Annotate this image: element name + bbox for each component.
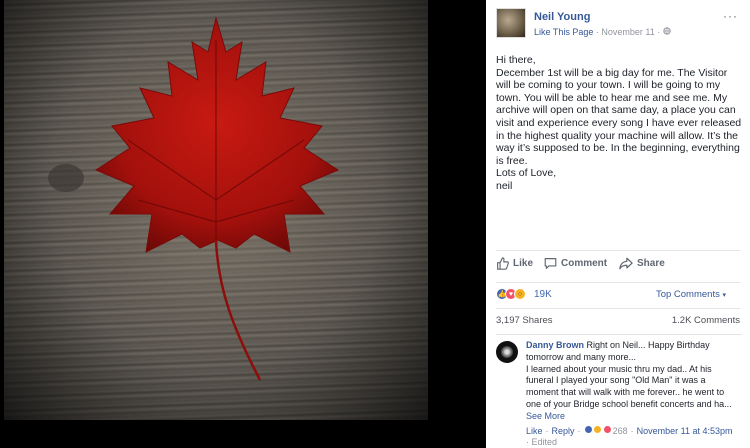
post-body-line: Hi there,	[496, 54, 536, 66]
comment-meta-separator: ·	[545, 425, 549, 436]
globe-icon	[663, 27, 671, 37]
post-photo[interactable]	[0, 0, 486, 448]
top-comments-label: Top Comments	[655, 289, 720, 300]
comment-reply-link[interactable]: Reply	[552, 426, 575, 436]
comment-label: Comment	[561, 258, 608, 269]
like-reaction-icon	[583, 425, 593, 434]
comment-meta: Like · Reply · 268 · November 11 at 4:53…	[526, 425, 732, 436]
wow-reaction-icon: ○	[514, 288, 526, 300]
edited-label: Edited	[531, 437, 558, 447]
comment-reactions[interactable]	[583, 425, 612, 436]
shares-row: 3,197 Shares 1.2K Comments	[496, 308, 740, 330]
post-actions: Like Comment Share	[496, 250, 740, 276]
reaction-count[interactable]: 19K	[534, 289, 552, 300]
thumbs-up-icon	[496, 257, 509, 270]
post-body-line: Lots of Love,	[496, 167, 557, 180]
like-button[interactable]: Like	[496, 257, 533, 270]
maple-leaf-image	[48, 16, 340, 381]
top-comments-dropdown[interactable]: Top Comments ▾	[656, 289, 726, 300]
post-header: Neil Young Like This Page · November 11 …	[486, 0, 750, 48]
author-avatar[interactable]	[496, 8, 526, 38]
more-options-icon[interactable]: ···	[723, 9, 738, 23]
see-more-link[interactable]: See More	[526, 411, 565, 421]
comment-icon	[544, 257, 557, 270]
shares-count[interactable]: 3,197 Shares	[496, 315, 553, 326]
comments-count[interactable]: 1.2K Comments	[672, 315, 740, 326]
post-panel: Neil Young Like This Page · November 11 …	[486, 0, 750, 448]
edited-separator: ·	[526, 437, 529, 447]
wood-background	[4, 0, 428, 420]
share-icon	[619, 257, 633, 270]
comment-body: I learned about your music thru my dad..…	[526, 363, 732, 409]
like-label: Like	[513, 258, 534, 269]
wow-reaction-icon	[593, 425, 603, 434]
comment-meta-separator-2: ·	[577, 425, 581, 436]
like-page-link[interactable]: Like This Page	[534, 27, 593, 37]
post-body: Hi there, December 1st will be a big day…	[496, 54, 742, 193]
maple-leaf	[94, 16, 340, 253]
chevron-down-icon: ▾	[722, 292, 726, 299]
comment-edited: · Edited	[526, 437, 557, 447]
comment-button[interactable]: Comment	[544, 257, 607, 270]
post-body-line: neil	[496, 179, 513, 192]
author-name[interactable]: Neil Young	[534, 11, 590, 23]
comment-meta-separator-3: ·	[630, 425, 634, 436]
comment-like-link[interactable]: Like	[526, 426, 543, 436]
love-reaction-icon	[602, 425, 612, 434]
reactions-row: 👍 ♥ ○ 19K Top Comments ▾	[496, 282, 740, 304]
share-button[interactable]: Share	[619, 257, 665, 270]
commenter-name[interactable]: Danny Brown	[526, 340, 584, 350]
leaf-stem	[214, 239, 262, 381]
share-label: Share	[637, 258, 665, 269]
wood-knot	[48, 164, 84, 192]
post-date[interactable]: November 11	[601, 27, 654, 37]
comment-reaction-count: 268	[612, 425, 628, 436]
commenter-avatar[interactable]	[496, 341, 518, 363]
comment-date[interactable]: November 11 at 4:53pm	[637, 426, 733, 436]
post-meta: Like This Page · November 11 ·	[534, 27, 671, 37]
comment-item: Danny Brown Right on Neil... Happy Birth…	[496, 334, 742, 448]
post-body-line: December 1st will be a big day for me. T…	[496, 66, 742, 167]
meta-separator: ·	[595, 27, 599, 37]
comment-text: Danny Brown Right on Neil... Happy Birth…	[526, 340, 740, 423]
meta-separator-2: ·	[657, 27, 661, 37]
reaction-icons[interactable]: 👍 ♥ ○	[496, 288, 526, 300]
